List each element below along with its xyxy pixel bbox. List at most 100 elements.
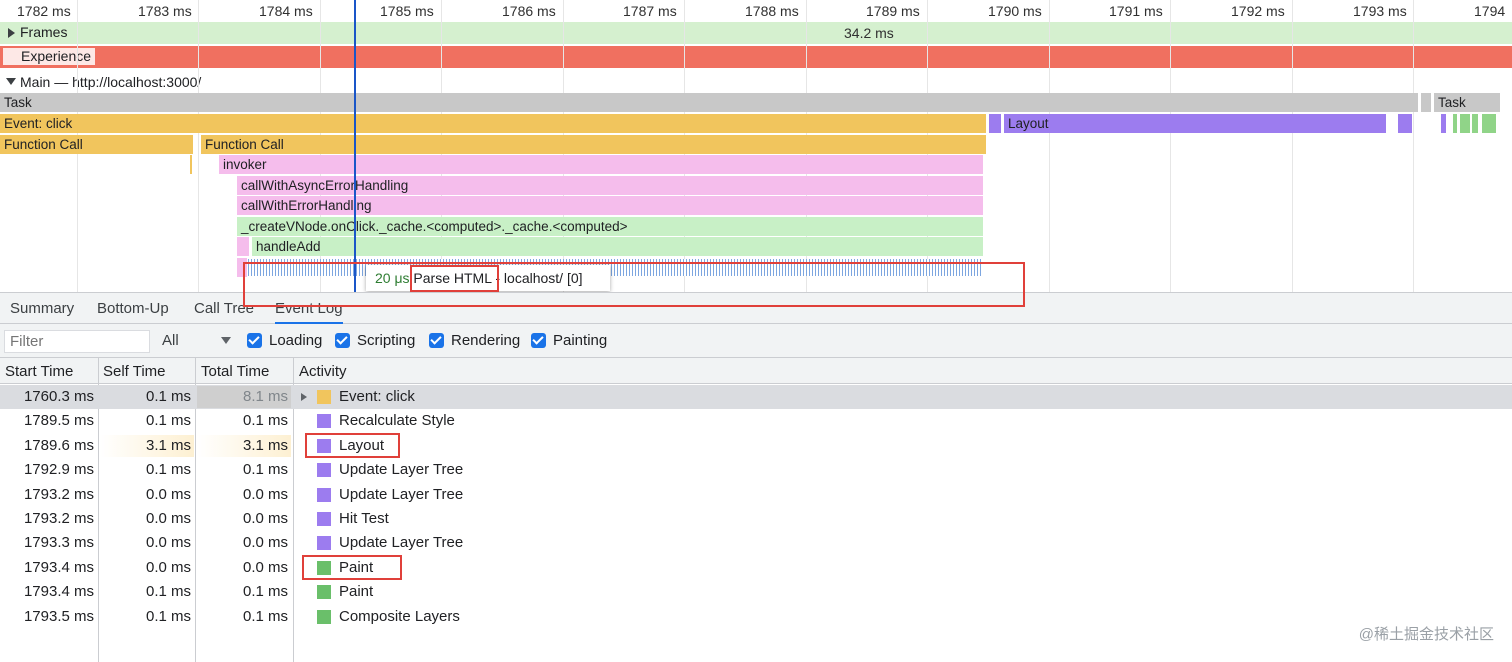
table-row[interactable]: 1792.9 ms 0.1 ms 0.1 ms Update Layer Tree (0, 458, 1512, 482)
table-row[interactable]: 1793.4 ms 0.0 ms 0.0 ms Paint (0, 556, 1512, 580)
category-color-swatch (317, 609, 331, 624)
activity-cell: Update Layer Tree (339, 461, 464, 479)
col-self-time[interactable]: Self Time (103, 363, 166, 380)
flame-handle-add-bar[interactable]: handleAdd (252, 237, 983, 256)
activity-cell: Composite Layers (339, 607, 460, 625)
main-thread-header[interactable]: Main — http://localhost:3000/ (0, 70, 1512, 92)
start-time-cell: 1793.3 ms (23, 534, 94, 552)
ruler-tick: 1785 ms (380, 3, 434, 19)
category-select[interactable]: All (162, 332, 179, 349)
flame-composite-bar[interactable] (1472, 114, 1478, 133)
rendering-checkbox[interactable] (429, 333, 444, 348)
category-color-swatch (317, 536, 331, 551)
annotation-box (305, 433, 400, 458)
flame-small-call-bar[interactable] (190, 155, 192, 174)
category-color-swatch (317, 463, 331, 478)
table-row[interactable]: 1793.4 ms 0.1 ms 0.1 ms Paint (0, 580, 1512, 604)
activity-cell: Paint (339, 583, 374, 601)
filter-input[interactable] (4, 330, 150, 353)
flame-paint-bar[interactable] (1460, 114, 1470, 133)
flame-composite-bar[interactable] (1482, 114, 1496, 133)
activity-cell: Update Layer Tree (339, 485, 464, 503)
flame-update-layer-bar[interactable] (1398, 114, 1412, 133)
filter-toolbar: All Loading Scripting Rendering Painting (0, 324, 1512, 358)
rendering-checkbox-label[interactable]: Rendering (451, 332, 520, 349)
activity-cell: Recalculate Style (339, 412, 455, 430)
flame-recalc-bar[interactable] (989, 114, 1001, 133)
grid-line (1170, 0, 1171, 292)
table-row[interactable]: 1789.5 ms 0.1 ms 0.1 ms Recalculate Style (0, 409, 1512, 433)
total-time-cell: 0.0 ms (242, 510, 288, 527)
start-time-cell: 1792.9 ms (23, 461, 94, 479)
flame-task-bar[interactable]: Task (0, 93, 1418, 112)
flame-hit-test-bar[interactable] (1441, 114, 1446, 133)
total-time-cell: 0.1 ms (242, 583, 288, 601)
col-total-time[interactable]: Total Time (201, 363, 269, 380)
ruler-tick: 1790 ms (988, 3, 1042, 19)
painting-checkbox-label[interactable]: Painting (553, 332, 607, 349)
table-row[interactable]: 1760.3 ms 0.1 ms 8.1 ms Event: click (0, 385, 1512, 409)
chevron-down-icon[interactable] (221, 337, 231, 344)
self-time-cell: 0.1 ms (145, 461, 191, 479)
start-time-cell: 1789.5 ms (23, 412, 94, 430)
flame-function-call-bar[interactable]: Function Call (0, 135, 193, 154)
table-row[interactable]: 1793.2 ms 0.0 ms 0.0 ms Hit Test (0, 507, 1512, 531)
expand-arrow-icon[interactable] (8, 28, 15, 38)
total-time-cell: 0.1 ms (242, 607, 288, 625)
total-time-cell: 0.1 ms (242, 412, 288, 430)
flame-small-pink-bar[interactable] (237, 237, 249, 256)
table-row[interactable]: 1793.2 ms 0.0 ms 0.0 ms Update Layer Tree (0, 483, 1512, 507)
expand-arrow-icon[interactable] (301, 393, 307, 401)
ruler-tick: 1783 ms (138, 3, 192, 19)
loading-checkbox-label[interactable]: Loading (269, 332, 322, 349)
painting-checkbox[interactable] (531, 333, 546, 348)
start-time-cell: 1760.3 ms (23, 388, 94, 405)
experience-label: Experience (3, 48, 96, 65)
watermark: @稀土掘金技术社区 (1358, 626, 1494, 643)
ruler-tick: 1794 (1474, 3, 1506, 19)
category-color-swatch (317, 487, 331, 502)
flame-create-vnode-bar[interactable]: _createVNode.onClick._cache.<computed>._… (237, 217, 983, 236)
tab-summary[interactable]: Summary (10, 300, 74, 317)
ruler-tick: 1786 ms (502, 3, 556, 19)
grid-line (1049, 0, 1050, 292)
col-start-time[interactable]: Start Time (5, 363, 73, 380)
tab-bottom-up[interactable]: Bottom-Up (97, 300, 169, 317)
total-time-cell: 0.0 ms (242, 558, 288, 576)
table-row[interactable]: 1793.3 ms 0.0 ms 0.0 ms Update Layer Tree (0, 531, 1512, 555)
activity-cell: Hit Test (339, 510, 389, 527)
grid-line (1413, 0, 1414, 292)
ruler-tick: 1784 ms (259, 3, 313, 19)
frames-track[interactable]: Frames 34.2 ms (0, 22, 1512, 44)
ruler-tick: 1789 ms (866, 3, 920, 19)
flame-async-error-bar[interactable]: callWithAsyncErrorHandling (237, 176, 983, 195)
scripting-checkbox[interactable] (335, 333, 350, 348)
flame-paint-bar[interactable] (1453, 114, 1457, 133)
self-time-cell: 0.1 ms (145, 388, 191, 405)
loading-checkbox[interactable] (247, 333, 262, 348)
frame-duration: 34.2 ms (844, 25, 894, 41)
flame-task-bar[interactable]: Task (1434, 93, 1500, 112)
timeline-cursor (354, 0, 356, 292)
self-time-cell: 0.1 ms (145, 583, 191, 601)
scripting-checkbox-label[interactable]: Scripting (357, 332, 415, 349)
category-color-swatch (317, 390, 331, 404)
collapse-arrow-icon[interactable] (6, 78, 16, 85)
table-row[interactable]: 1793.5 ms 0.1 ms 0.1 ms Composite Layers (0, 605, 1512, 629)
flame-function-call-bar[interactable]: Function Call (201, 135, 986, 154)
event-log-header: Start Time Self Time Total Time Activity (0, 358, 1512, 384)
flame-event-click-bar[interactable]: Event: click (0, 114, 986, 133)
self-time-cell: 0.1 ms (145, 607, 191, 625)
annotation-box (243, 262, 1025, 307)
flame-invoker-bar[interactable]: invoker (219, 155, 983, 174)
flame-task-bar-small[interactable] (1421, 93, 1431, 112)
grid-line (198, 0, 199, 292)
table-row[interactable]: 1789.6 ms 3.1 ms 3.1 ms Layout (0, 434, 1512, 458)
category-color-swatch (317, 414, 331, 429)
frames-label: Frames (20, 24, 68, 40)
experience-track[interactable]: Experience (0, 46, 1512, 68)
ruler-tick: 1782 ms (17, 3, 71, 19)
flame-error-handling-bar[interactable]: callWithErrorHandling (237, 196, 983, 215)
flame-layout-bar[interactable]: Layout (1004, 114, 1386, 133)
col-activity[interactable]: Activity (299, 363, 347, 380)
